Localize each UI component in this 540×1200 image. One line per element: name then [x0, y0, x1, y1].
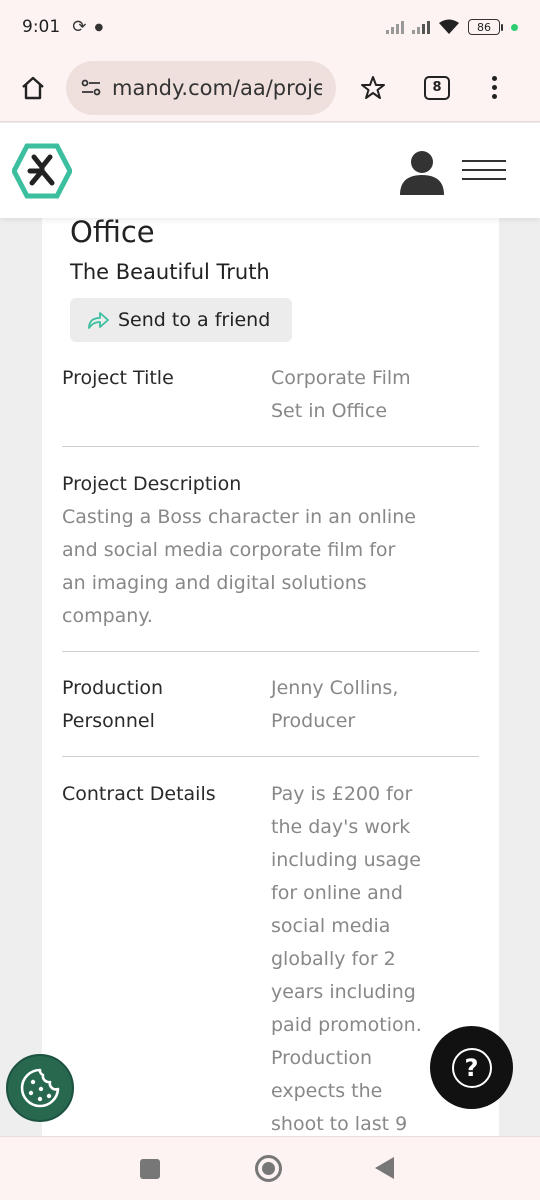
divider [62, 756, 479, 757]
back-button[interactable] [375, 1157, 394, 1179]
url-bar[interactable]: mandy.com/aa/project [66, 60, 336, 115]
status-time: 9:01 [22, 17, 61, 37]
production-personnel-value-line1: Jenny Collins, [271, 677, 399, 699]
question-mark-icon: ? [451, 1047, 492, 1088]
send-to-friend-button[interactable]: Send to a friend [70, 298, 292, 342]
signal-icon [386, 20, 404, 34]
star-icon [361, 75, 385, 99]
project-description-label: Project Description [62, 473, 242, 495]
browser-toolbar: mandy.com/aa/project 8 [0, 54, 540, 122]
help-button[interactable]: ? [430, 1026, 513, 1109]
contract-details-line: paid promotion. [271, 1014, 422, 1036]
contract-details-line: Pay is £200 for [271, 783, 413, 805]
contract-details-line: shoot to last 9 [271, 1113, 408, 1135]
project-description-line: an imaging and digital solutions [62, 572, 367, 594]
project-card: Office The Beautiful Truth Send to a fri… [42, 218, 499, 1136]
bookmark-button[interactable] [358, 75, 388, 101]
production-personnel-label-line2: Personnel [62, 710, 155, 732]
contract-details-line: including usage [271, 849, 421, 871]
home-nav-button[interactable] [255, 1155, 282, 1182]
sync-icon: ⟳ [72, 17, 87, 37]
cookie-icon [20, 1068, 60, 1108]
divider [62, 446, 479, 447]
wifi-icon [439, 19, 459, 34]
user-account-icon[interactable] [398, 149, 446, 195]
contract-details-line: Production [271, 1047, 373, 1069]
contract-details-line: years including [271, 981, 416, 1003]
divider [62, 651, 479, 652]
contract-details-line: expects the [271, 1080, 383, 1102]
project-description-line: Casting a Boss character in an online [62, 506, 416, 528]
site-settings-icon[interactable] [80, 77, 102, 99]
url-text[interactable]: mandy.com/aa/project [112, 76, 322, 100]
battery-level: 86 [468, 19, 500, 35]
project-title-heading: Office [70, 218, 155, 249]
contract-details-line: for online and [271, 882, 403, 904]
system-navigation-bar [0, 1136, 540, 1200]
contract-details-line: globally for 2 [271, 948, 396, 970]
tab-switcher-button[interactable]: 8 [424, 75, 450, 100]
notification-dot-icon: ● [94, 21, 104, 33]
company-name: The Beautiful Truth [70, 260, 270, 284]
cookie-settings-button[interactable] [6, 1054, 74, 1122]
project-title-value-line1: Corporate Film [271, 367, 411, 389]
site-header [0, 123, 540, 218]
project-description-line: company. [62, 605, 153, 627]
home-button[interactable] [0, 74, 66, 102]
recent-apps-button[interactable] [140, 1159, 160, 1179]
production-personnel-value-line2: Producer [271, 710, 356, 732]
project-title-label: Project Title [62, 367, 174, 389]
hamburger-menu-button[interactable] [462, 160, 506, 187]
contract-details-line: social media [271, 915, 391, 937]
send-to-friend-label: Send to a friend [118, 309, 271, 331]
share-arrow-icon [88, 312, 109, 329]
production-personnel-label-line1: Production [62, 677, 164, 699]
signal-icon-2 [412, 20, 430, 34]
status-bar: 9:01 ⟳ ● 86 [0, 0, 540, 54]
privacy-indicator-icon [511, 23, 518, 31]
brand-logo[interactable] [12, 143, 72, 199]
home-icon [22, 76, 44, 99]
battery-icon: 86 [468, 19, 503, 35]
more-menu-button[interactable] [492, 76, 497, 99]
contract-details-line: the day's work [271, 816, 411, 838]
project-title-value-line2: Set in Office [271, 400, 388, 422]
project-description-line: and social media corporate film for [62, 539, 396, 561]
contract-details-label: Contract Details [62, 783, 216, 805]
